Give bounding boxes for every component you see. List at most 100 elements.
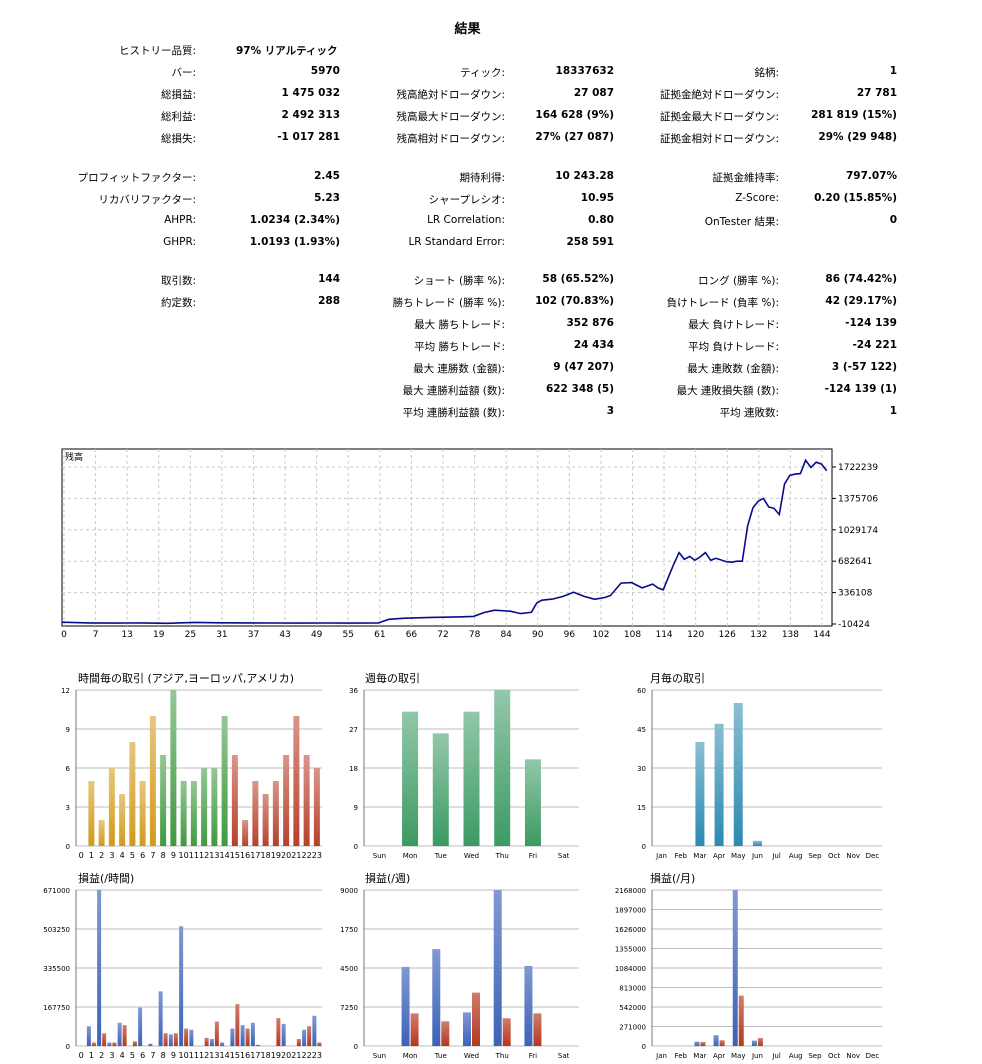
bar: [463, 711, 480, 846]
stat-value: 27% (27 087): [535, 131, 614, 143]
stat-value: 9 (47 207): [553, 361, 614, 373]
stat-label: 最大 負けトレード:: [688, 319, 779, 331]
x-tick-label: 8: [161, 1051, 166, 1060]
bar: [296, 1039, 301, 1046]
y-tick-label: 36: [349, 687, 358, 695]
bar: [132, 1041, 137, 1046]
hourly-profit-chart: 損益(/時間)01677503355005032506710000 1 2 3 4 5 6 7…: [43, 871, 322, 1060]
x-tick-label: 5: [130, 1051, 135, 1060]
x-tick-label: 11: [189, 851, 199, 860]
x-tick-label: 72: [437, 630, 448, 640]
x-tick-label: 25: [185, 630, 196, 640]
x-tick-label: 17: [250, 851, 260, 860]
bar: [252, 781, 259, 846]
y-tick-label: 27: [349, 726, 358, 734]
x-tick-label: 84: [500, 630, 512, 640]
bar: [533, 1013, 542, 1046]
y-tick-label: 1084000: [615, 965, 646, 973]
y-tick-label: 1897000: [615, 907, 646, 915]
x-tick-label: Mar: [693, 1052, 706, 1060]
x-tick-label: 23: [312, 1051, 322, 1060]
chart-title: 残高: [65, 451, 83, 463]
bar: [402, 711, 419, 846]
y-tick-label: 0: [642, 1043, 646, 1051]
bar: [102, 1033, 107, 1046]
bar: [221, 716, 228, 846]
x-tick-label: 1: [89, 851, 94, 860]
x-tick-label: 6: [140, 1051, 145, 1060]
y-tick-label: 1029174: [838, 526, 878, 536]
stat-value: 258 591: [566, 236, 615, 248]
x-tick-label: 43: [279, 630, 290, 640]
bar: [201, 768, 208, 846]
chart-title: 週毎の取引: [365, 671, 420, 685]
y-tick-label: 0: [642, 843, 646, 851]
x-tick-label: 16: [240, 1051, 250, 1060]
stat-label: 証拠金相対ドローダウン:: [659, 133, 779, 145]
x-tick-label: 5: [130, 851, 135, 860]
monthly-trades-chart: 月毎の取引 0 15 30 45 60 Jan Feb Mar Apr May Jun Jul Aug Se…: [637, 671, 882, 860]
stat-label: 最大 連勝利益額 (数):: [402, 385, 505, 397]
bar: [173, 1033, 178, 1046]
chart-title: 時間毎の取引 (アジア,ヨーロッパ,アメリカ): [78, 671, 294, 685]
stat-label: 残高絶対ドローダウン:: [396, 89, 505, 101]
x-tick-label: 19: [271, 1051, 281, 1060]
bar: [119, 794, 126, 846]
x-tick-label: Apr: [713, 852, 725, 860]
stat-label: 総損益:: [160, 89, 196, 101]
stat-value: 86 (74.42%): [825, 273, 897, 285]
y-tick-label: 336108: [838, 589, 873, 599]
x-tick-label: May: [731, 852, 745, 860]
x-tick-label: 8: [161, 851, 166, 860]
bar: [112, 1042, 117, 1046]
x-tick-label: 9: [171, 1051, 176, 1060]
report-title: 結果: [454, 22, 481, 37]
x-tick-label: Oct: [828, 852, 840, 860]
stat-label: Z-Score:: [735, 192, 779, 204]
stat-label: 勝ちトレード (勝率 %):: [392, 297, 505, 309]
y-tick-label: 0: [66, 843, 70, 851]
balance-chart: 0 7 13 19 25 31 37 43 49 55 61 66 72 78 84 90 96 102 108 11…: [61, 448, 878, 640]
stat-value: 5970: [310, 65, 340, 77]
bar: [148, 1043, 153, 1046]
x-tick-label: 7: [150, 1051, 155, 1060]
x-tick-label: 13: [121, 630, 132, 640]
bar: [441, 1021, 450, 1046]
x-tick-label: 6: [140, 851, 145, 860]
stat-label: 平均 勝ちトレード:: [414, 341, 505, 353]
y-tick-label: 813000: [619, 985, 646, 993]
stat-label: ティック:: [460, 67, 505, 79]
x-tick-label: 7: [93, 630, 99, 640]
bar: [719, 1040, 725, 1046]
x-tick-label: 20: [281, 1051, 291, 1060]
x-tick-label: Thu: [495, 852, 509, 860]
bar: [245, 1028, 250, 1046]
bar: [732, 890, 738, 1046]
y-tick-label: 789000: [340, 887, 358, 895]
x-tick-label: 1: [89, 1051, 94, 1060]
x-tick-label: 2: [99, 1051, 104, 1060]
x-tick-label: 138: [782, 630, 799, 640]
x-tick-label: 61: [374, 630, 385, 640]
y-tick-label: 591750: [340, 926, 358, 934]
x-tick-label: Dec: [866, 852, 880, 860]
stat-value: 10 243.28: [555, 170, 614, 182]
stat-label: 約定数:: [160, 297, 196, 309]
chart-title: 損益(/月): [650, 871, 695, 885]
y-tick-label: 9: [354, 804, 358, 812]
bar: [240, 1025, 245, 1046]
y-tick-label: 394500: [340, 965, 358, 973]
bar: [751, 1040, 757, 1046]
x-tick-label: 132: [750, 630, 767, 640]
x-tick-label: 22: [302, 851, 312, 860]
x-tick-label: Jun: [751, 1052, 763, 1060]
bar: [129, 742, 136, 846]
x-tick-label: Wed: [464, 852, 479, 860]
bar: [713, 1035, 719, 1046]
x-tick-label: Sep: [808, 852, 822, 860]
stat-value: 18337632: [555, 65, 614, 77]
bar: [214, 1021, 219, 1046]
bar: [410, 1013, 419, 1046]
stat-value: 24 434: [573, 339, 614, 351]
bar: [117, 1022, 122, 1046]
